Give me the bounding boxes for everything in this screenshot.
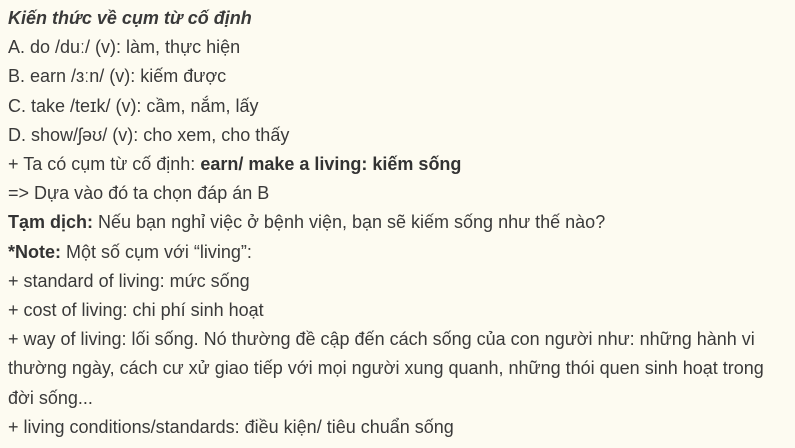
fixed-phrase-line: + Ta có cụm từ cố định: earn/ make a liv… <box>8 150 785 179</box>
conclusion-line: => Dựa vào đó ta chọn đáp án B <box>8 183 270 204</box>
translation-label: Tạm dịch: <box>8 212 94 233</box>
explanation-document: Kiến thức về cụm từ cố định A. do /duː/ … <box>0 0 785 442</box>
option-d: D. show/ʃəʊ/ (v): cho xem, cho thấy <box>8 124 290 145</box>
note-label: *Note: <box>8 241 61 262</box>
note-text: Một số cụm với “living”: <box>61 241 252 262</box>
option-b: B. earn /ɜːn/ (v): kiếm được <box>8 66 227 87</box>
translation-line: Tạm dịch: Nếu bạn nghỉ việc ở bệnh viện,… <box>8 208 785 237</box>
list-item-living-conditions: + living conditions/standards: điều kiện… <box>8 416 454 437</box>
section-heading: Kiến thức về cụm từ cố định <box>8 8 252 28</box>
option-a: A. do /duː/ (v): làm, thực hiện <box>8 37 241 58</box>
note-line: *Note: Một số cụm với “living”: <box>8 238 785 267</box>
option-c: C. take /teɪk/ (v): cầm, nắm, lấy <box>8 95 259 116</box>
fixed-phrase-prefix: + Ta có cụm từ cố định: <box>8 154 201 175</box>
translation-text: Nếu bạn nghỉ việc ở bệnh viện, bạn sẽ ki… <box>93 212 606 233</box>
fixed-phrase-bold: earn/ make a living: kiếm sống <box>200 154 462 175</box>
list-item-cost-of-living: + cost of living: chi phí sinh hoạt <box>8 300 264 321</box>
list-item-standard-of-living: + standard of living: mức sống <box>8 270 250 291</box>
list-item-way-of-living: + way of living: lối sống. Nó thường đề … <box>8 329 764 408</box>
